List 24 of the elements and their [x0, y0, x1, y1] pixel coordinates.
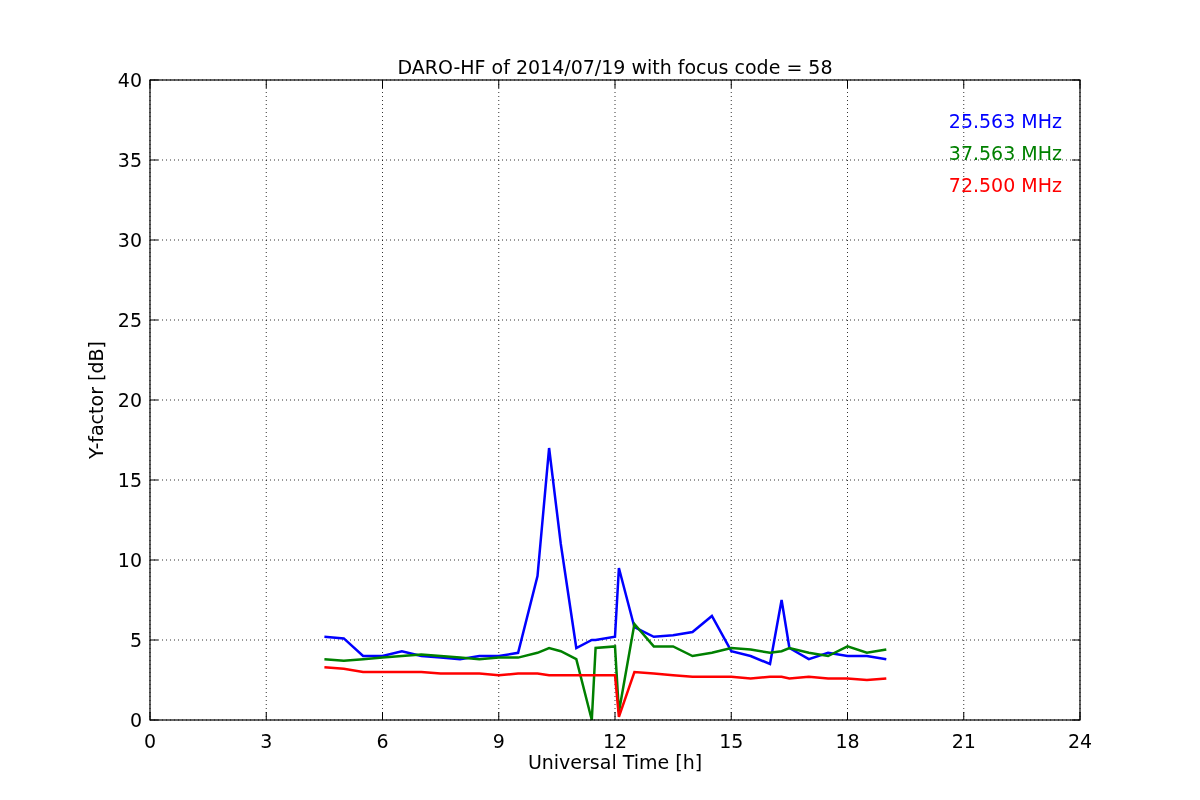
tick-label: 40 [117, 69, 142, 91]
tick-label: 12 [602, 730, 628, 752]
tick-label: 15 [117, 469, 142, 491]
tick-label: 3 [260, 730, 273, 752]
legend-label: 37.563 MHz [948, 142, 1062, 164]
x-axis-label: Universal Time [h] [527, 751, 703, 773]
tick-label: 6 [376, 730, 389, 752]
tick-label: 18 [835, 730, 860, 752]
tick-label: 0 [143, 730, 157, 752]
tick-label: 10 [117, 549, 142, 571]
legend-label: 72.500 MHz [948, 174, 1062, 196]
tick-label: 24 [1067, 730, 1093, 752]
chart-title: DARO-HF of 2014/07/19 with focus code = 58 [397, 56, 833, 78]
tick-label: 0 [129, 709, 142, 731]
legend-label: 25.563 MHz [948, 110, 1062, 132]
tick-label: 35 [117, 149, 142, 171]
tick-label: 21 [951, 730, 976, 752]
tick-label: 20 [117, 389, 142, 411]
tick-label: 9 [492, 730, 505, 752]
tick-label: 25 [117, 309, 142, 331]
tick-label: 15 [719, 730, 744, 752]
tick-label: 30 [117, 229, 142, 251]
tick-label: 5 [129, 629, 142, 651]
y-axis-label: Y-factor [dB] [85, 341, 107, 459]
